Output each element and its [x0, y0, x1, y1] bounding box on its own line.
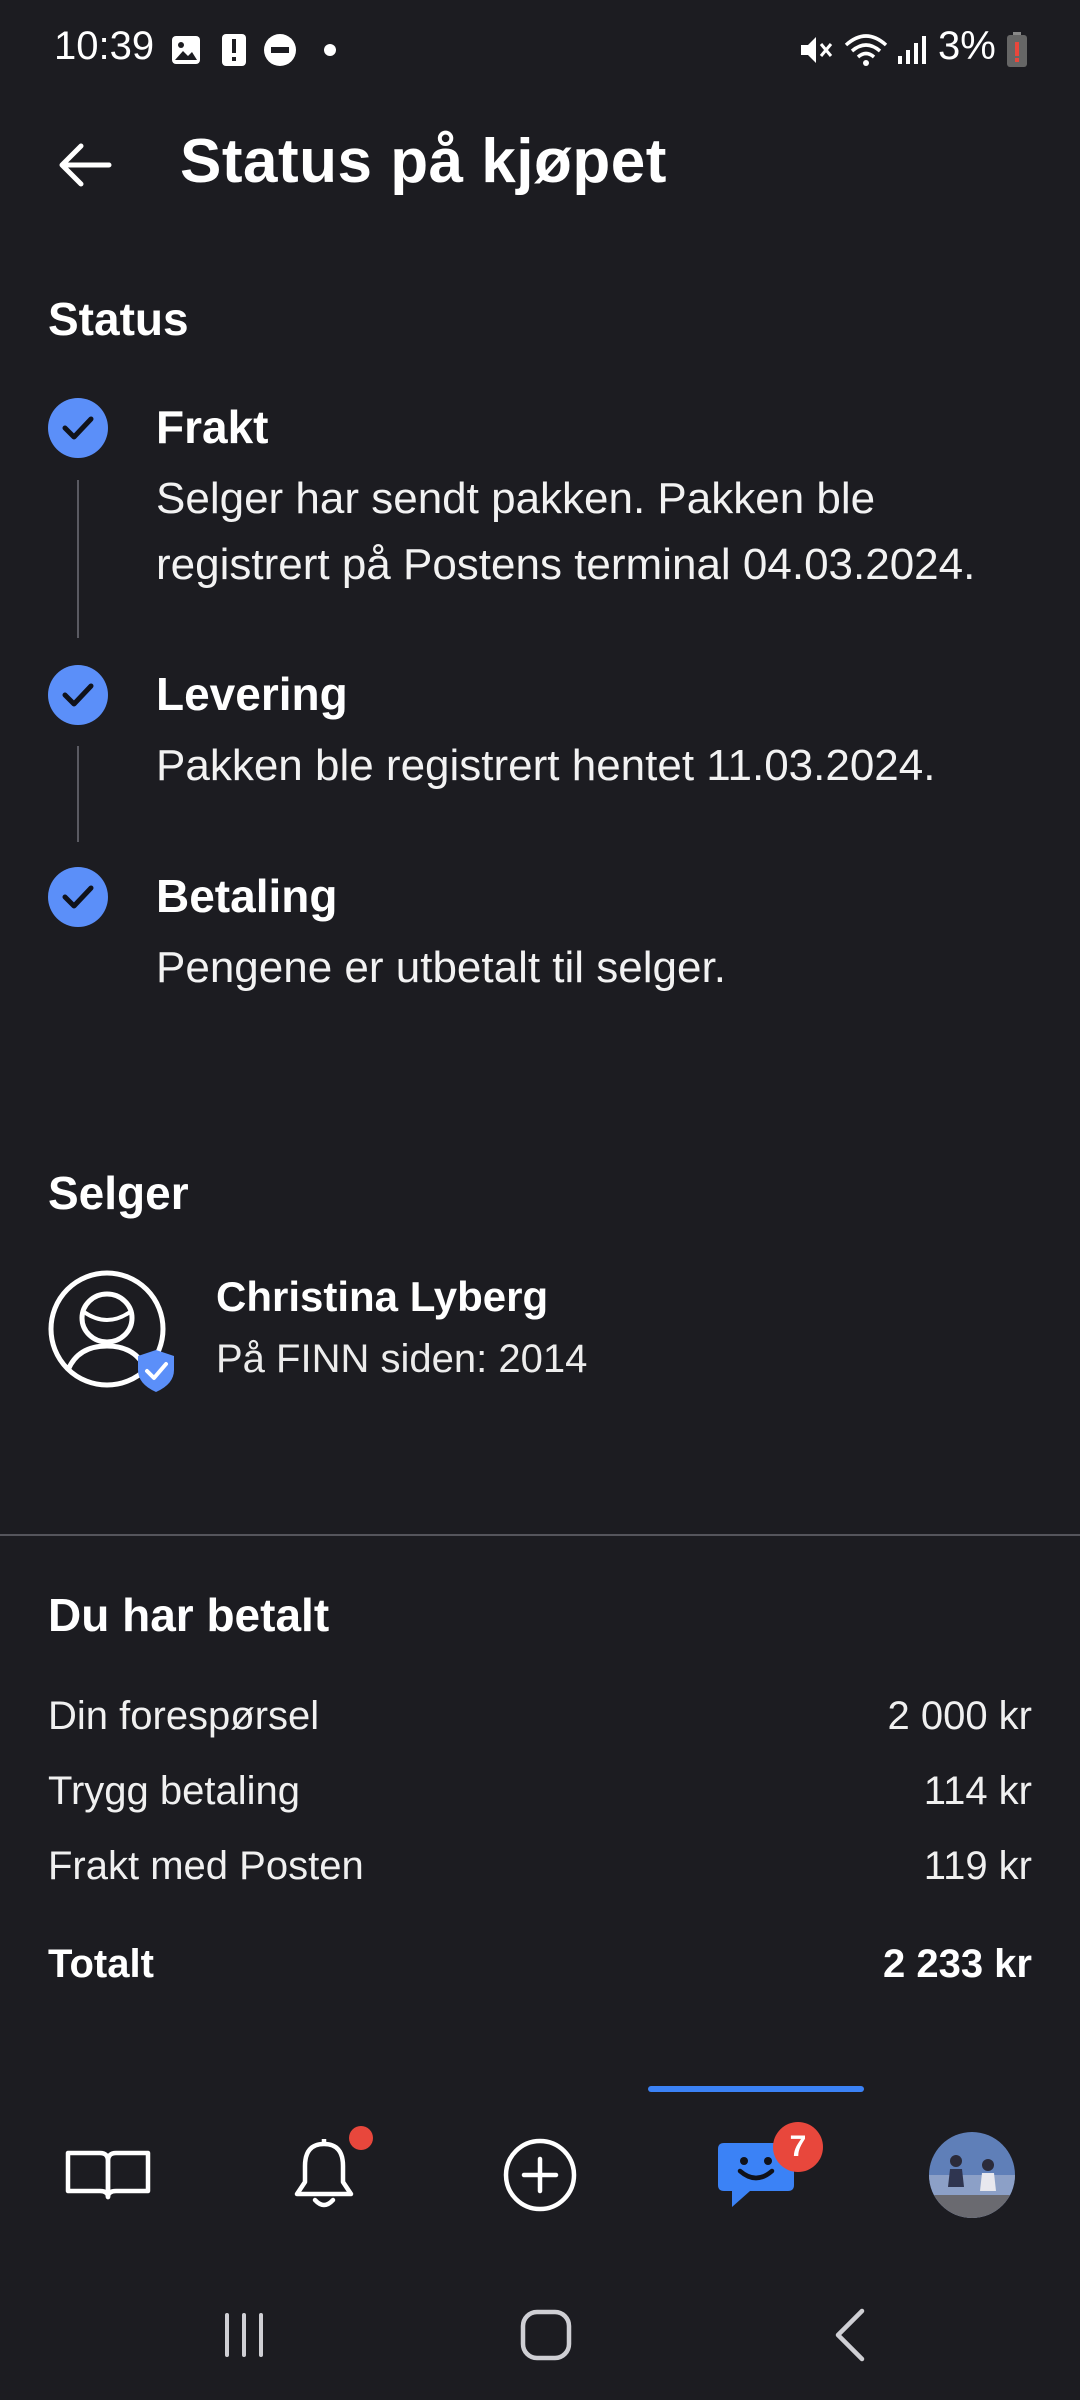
nav-tab-notifications[interactable]: [259, 2120, 389, 2230]
dot-icon: [318, 30, 342, 70]
timeline-connector: [77, 480, 79, 638]
seller-section-title: Selger: [48, 1167, 189, 1219]
wifi-icon: [842, 30, 890, 70]
alert-icon: [216, 30, 252, 70]
payment-row-value: 2 000 kr: [887, 1694, 1032, 1738]
chevron-left-icon: [835, 2308, 865, 2362]
step-levering-text: Pakken ble registrert hentet 11.03.2024.: [156, 741, 936, 790]
system-back-button[interactable]: [790, 2290, 910, 2380]
step-frakt-title: Frakt: [156, 401, 269, 453]
nav-tab-new-ad[interactable]: [475, 2120, 605, 2230]
verified-shield-icon: [138, 1350, 174, 1392]
step-betaling-text: Pengene er utbetalt til selger.: [156, 943, 726, 992]
nav-tab-profile[interactable]: [907, 2120, 1037, 2230]
mute-icon: [796, 30, 836, 70]
status-section-title: Status: [48, 293, 189, 345]
recent-apps-button[interactable]: [184, 2290, 304, 2380]
payment-section-title: Du har betalt: [48, 1589, 330, 1641]
home-button[interactable]: [486, 2290, 606, 2380]
payment-total-label: Totalt: [48, 1942, 154, 1986]
page-title: Status på kjøpet: [180, 127, 667, 196]
step-levering-title: Levering: [156, 668, 348, 720]
seller-name[interactable]: Christina Lyberg: [216, 1273, 548, 1321]
bell-icon: [294, 2139, 354, 2208]
step-frakt-text: Selger har sendt pakken. Pakken ble regi…: [156, 466, 1036, 598]
payment-row-value: 114 kr: [923, 1769, 1032, 1813]
back-button[interactable]: [40, 120, 130, 210]
step-betaling-title: Betaling: [156, 870, 338, 922]
payment-row-value: 119 kr: [923, 1844, 1032, 1888]
battery-icon: [1004, 30, 1030, 70]
add-circle-icon: [503, 2138, 577, 2212]
nav-tab-messages[interactable]: 7: [691, 2120, 823, 2230]
battery-percent: 3%: [938, 24, 996, 68]
recent-apps-icon: [225, 2313, 263, 2357]
do-not-disturb-icon: [262, 30, 298, 70]
seller-since: På FINN siden: 2014: [216, 1337, 588, 1381]
check-icon: [48, 665, 108, 725]
nav-tab-market[interactable]: [43, 2120, 173, 2230]
active-tab-indicator: [648, 2086, 864, 2092]
profile-avatar: [929, 2132, 1015, 2218]
timeline-connector: [77, 746, 79, 842]
arrow-left-icon: [59, 143, 112, 187]
step-frakt-text-line2: registrert på Postens terminal 04.03.202…: [156, 540, 976, 589]
check-icon: [48, 867, 108, 927]
payment-row-label: Din forespørsel: [48, 1694, 320, 1738]
status-time: 10:39: [54, 24, 155, 68]
home-icon: [520, 2309, 572, 2361]
step-frakt-text-line1: Selger har sendt pakken. Pakken ble: [156, 474, 876, 523]
section-divider: [0, 1534, 1080, 1536]
payment-total-value: 2 233 kr: [882, 1942, 1032, 1986]
check-icon: [48, 398, 108, 458]
image-icon: [168, 30, 204, 70]
payment-row-label: Trygg betaling: [48, 1769, 300, 1813]
seller-avatar[interactable]: [48, 1270, 174, 1392]
notification-dot: [349, 2126, 373, 2150]
book-icon: [65, 2150, 151, 2200]
signal-icon: [892, 30, 932, 70]
status-bar: 10:39 3%: [0, 0, 1080, 100]
payment-row-label: Frakt med Posten: [48, 1844, 364, 1888]
messages-badge: 7: [773, 2122, 823, 2172]
